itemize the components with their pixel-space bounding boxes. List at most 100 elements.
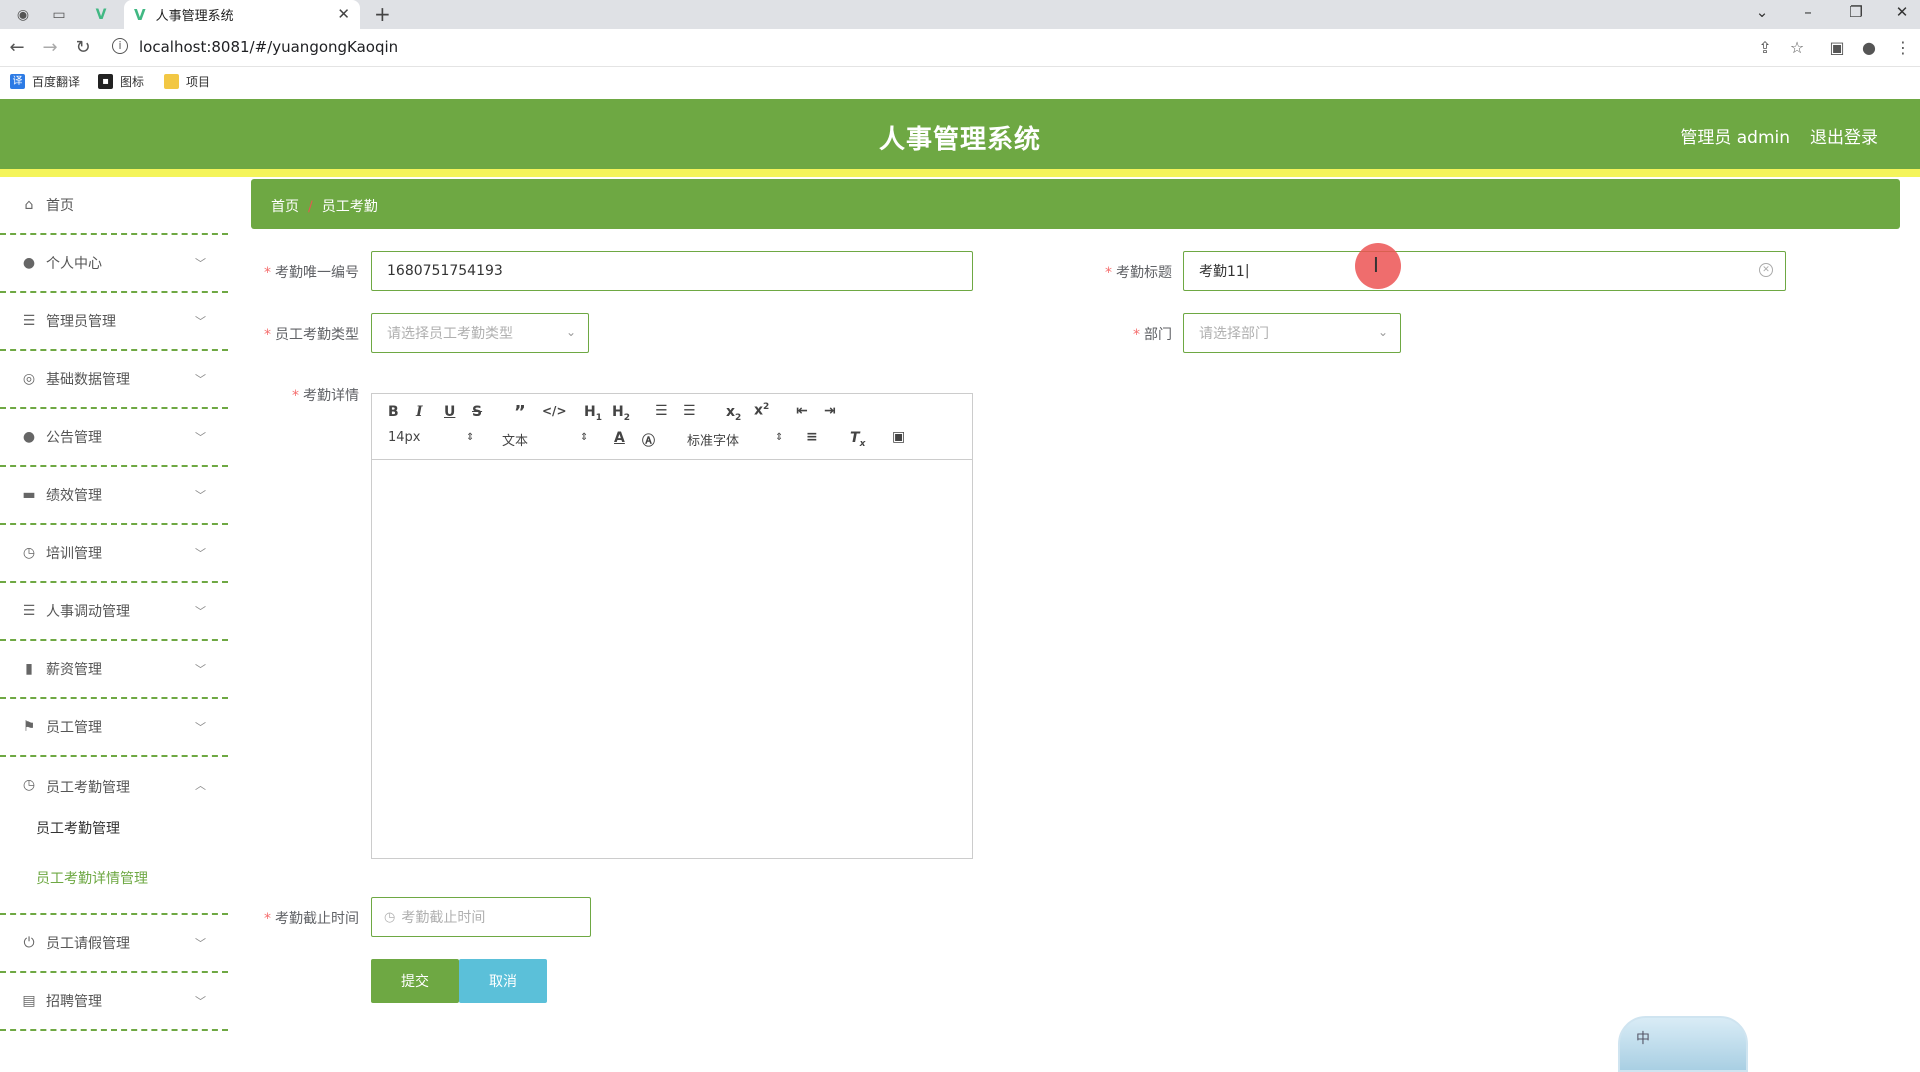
tab-search-icon[interactable]: ⌄ — [1747, 3, 1777, 21]
sidebar-item-recruit[interactable]: ▤ 招聘管理 ﹀ — [0, 973, 228, 1031]
vue-tab-icon[interactable]: V — [90, 4, 112, 26]
chevron-down-icon: ⌄ — [565, 325, 576, 339]
font-family-select[interactable]: 标准字体 ⇕ — [687, 430, 787, 449]
bookmark-item[interactable]: 译 百度翻译 — [10, 73, 80, 90]
image-icon: ▪ — [98, 74, 113, 89]
clock-icon: ◷ — [22, 777, 36, 793]
sidebar-item-home[interactable]: ⌂ 首页 — [0, 177, 228, 235]
editor-toolbar: B I U S ” </> H1 H2 ☰ ☰ x2 x2 ⇤ ⇥ 14px ⇕ … — [372, 394, 972, 460]
rich-text-editor[interactable]: B I U S ” </> H1 H2 ☰ ☰ x2 x2 ⇤ ⇥ 14px ⇕ … — [371, 393, 973, 859]
breadcrumb: 首页 / 员工考勤 — [251, 179, 1900, 229]
image-insert-icon[interactable]: ▣ — [892, 429, 905, 445]
sidebar-item-admin[interactable]: ☰ 管理员管理 ﹀ — [0, 293, 228, 351]
forward-icon[interactable]: → — [39, 37, 61, 58]
card-icon: ▤ — [22, 993, 36, 1009]
blank-tab-icon[interactable]: ▭ — [48, 4, 70, 26]
type-select[interactable]: 请选择员工考勤类型 ⌄ — [371, 313, 589, 353]
underline-icon[interactable]: U — [444, 404, 455, 420]
settings-icon: ◎ — [22, 371, 36, 387]
bookmark-item[interactable]: 项目 — [164, 73, 210, 90]
superscript-icon[interactable]: x2 — [754, 402, 769, 419]
chevron-down-icon: ⌄ — [1377, 325, 1388, 339]
sidepanel-icon[interactable]: ▣ — [1826, 38, 1848, 57]
site-info-icon[interactable]: i — [112, 38, 128, 54]
minimize-icon[interactable]: – — [1793, 3, 1823, 21]
back-icon[interactable]: ← — [6, 37, 28, 58]
blockquote-icon[interactable]: ” — [514, 402, 526, 423]
clear-icon[interactable]: ✕ — [1759, 263, 1773, 277]
header-select[interactable]: 文本 ⇕ — [502, 430, 592, 449]
code-input[interactable]: 1680751754193 — [371, 251, 973, 291]
chevron-down-icon: ﹀ — [195, 995, 206, 1008]
close-tab-icon[interactable]: ✕ — [337, 5, 350, 23]
chevron-down-icon: ﹀ — [195, 605, 206, 618]
updown-arrow-icon: ⇕ — [580, 432, 589, 443]
chevron-down-icon: ﹀ — [195, 721, 206, 734]
subscript-icon[interactable]: x2 — [726, 404, 741, 423]
clock-icon: ◷ — [384, 909, 396, 925]
menu-kebab-icon[interactable]: ⋮ — [1892, 38, 1914, 57]
ime-widget[interactable]: 中 — [1618, 1016, 1748, 1072]
chevron-down-icon: ﹀ — [195, 937, 206, 950]
reload-icon[interactable]: ↻ — [72, 37, 94, 58]
close-window-icon[interactable]: ✕ — [1887, 3, 1917, 21]
h2-icon[interactable]: H2 — [612, 404, 630, 423]
sidebar-item-notice[interactable]: ● 公告管理 ﹀ — [0, 409, 228, 467]
active-tab[interactable]: V 人事管理系统 ✕ — [124, 0, 360, 29]
globe-icon[interactable]: ◉ — [12, 4, 34, 26]
sidebar-subitem-attendance-detail[interactable]: 员工考勤详情管理 — [36, 868, 148, 888]
browser-tab-bar: ◉ ▭ V V 人事管理系统 ✕ + ⌄ – ❐ ✕ — [0, 0, 1920, 29]
cancel-button[interactable]: 取消 — [459, 959, 547, 1003]
font-size-select[interactable]: 14px ⇕ — [388, 430, 478, 445]
app-title: 人事管理系统 — [878, 125, 1041, 155]
sidebar-item-transfer[interactable]: ☰ 人事调动管理 ﹀ — [0, 583, 228, 641]
tab-title: 人事管理系统 — [155, 9, 234, 24]
url-field[interactable]: localhost:8081/#/yuangongKaoqin — [139, 38, 398, 56]
sidebar-item-profile[interactable]: ● 个人中心 ﹀ — [0, 235, 228, 293]
ordered-list-icon[interactable]: ☰ — [655, 403, 668, 419]
bookmark-item[interactable]: ▪ 图标 — [98, 73, 144, 90]
editor-body[interactable] — [372, 460, 972, 858]
chevron-down-icon: ﹀ — [195, 489, 206, 502]
code-block-icon[interactable]: </> — [542, 404, 567, 418]
title-label: * 考勤标题 — [1105, 265, 1172, 281]
breadcrumb-current: 员工考勤 — [321, 199, 378, 215]
text-color-icon[interactable]: A — [614, 430, 625, 446]
clear-format-icon[interactable]: Tx — [850, 430, 865, 449]
new-tab-button[interactable]: + — [374, 2, 391, 26]
sidebar-item-basedata[interactable]: ◎ 基础数据管理 ﹀ — [0, 351, 228, 409]
share-icon[interactable]: ⇪ — [1754, 38, 1776, 57]
logout-link[interactable]: 退出登录 — [1810, 123, 1878, 148]
bold-icon[interactable]: B — [388, 404, 399, 420]
profile-icon[interactable]: ● — [1858, 38, 1880, 57]
indent-icon[interactable]: ⇥ — [824, 403, 836, 419]
submit-button[interactable]: 提交 — [371, 959, 459, 1003]
breadcrumb-home[interactable]: 首页 — [271, 199, 299, 215]
folder-icon — [164, 74, 179, 89]
align-icon[interactable]: ≡ — [806, 429, 818, 445]
code-label: * 考勤唯一编号 — [264, 265, 359, 281]
sidebar-item-performance[interactable]: ▬ 绩效管理 ﹀ — [0, 467, 228, 525]
bullet-list-icon[interactable]: ☰ — [683, 403, 696, 419]
bookmark-star-icon[interactable]: ☆ — [1786, 38, 1808, 57]
sidebar-item-leave[interactable]: ⏻ 员工请假管理 ﹀ — [0, 915, 228, 973]
deadline-datepicker[interactable]: ◷ 考勤截止时间 — [371, 897, 591, 937]
dept-select[interactable]: 请选择部门 ⌄ — [1183, 313, 1401, 353]
sidebar-item-employee[interactable]: ⚑ 员工管理 ﹀ — [0, 699, 228, 757]
sidebar-subitem-attendance[interactable]: 员工考勤管理 — [36, 818, 120, 838]
dept-label: * 部门 — [1133, 327, 1172, 343]
title-input[interactable]: 考勤11 | ✕ — [1183, 251, 1786, 291]
chevron-down-icon: ﹀ — [195, 431, 206, 444]
header-stripe — [0, 169, 1920, 177]
sidebar-item-salary[interactable]: ▮ 薪资管理 ﹀ — [0, 641, 228, 699]
h1-icon[interactable]: H1 — [584, 404, 602, 423]
italic-icon[interactable]: I — [416, 404, 423, 420]
restore-icon[interactable]: ❐ — [1841, 3, 1871, 21]
sidebar-item-training[interactable]: ◷ 培训管理 ﹀ — [0, 525, 228, 583]
detail-label: * 考勤详情 — [292, 388, 359, 404]
outdent-icon[interactable]: ⇤ — [796, 403, 808, 419]
strikethrough-icon[interactable]: S — [472, 404, 482, 420]
deadline-label: * 考勤截止时间 — [264, 911, 359, 927]
chat-icon: ▬ — [22, 487, 36, 503]
background-color-icon[interactable]: Ⓐ — [642, 430, 655, 449]
